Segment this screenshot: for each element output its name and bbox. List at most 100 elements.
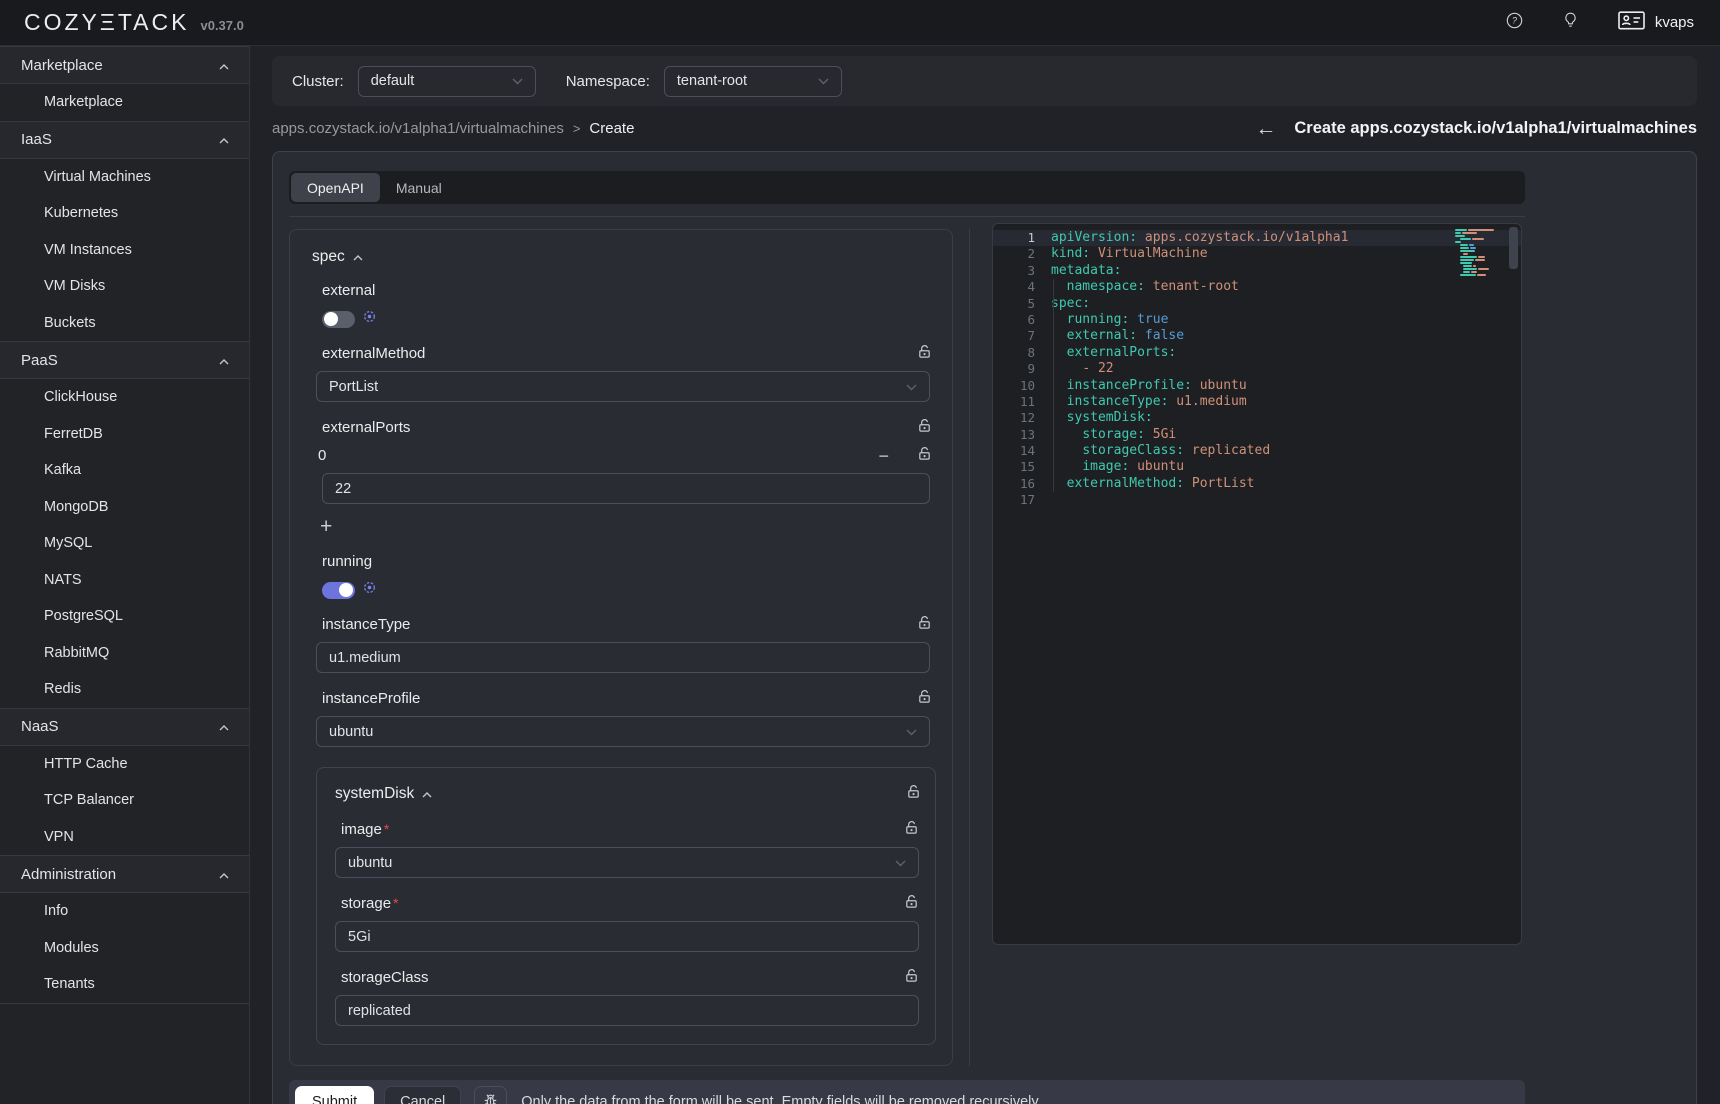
- tab-manual[interactable]: Manual: [380, 173, 458, 202]
- debug-button[interactable]: [474, 1086, 507, 1104]
- sidebar-item-vm-disks[interactable]: VM Disks: [0, 268, 249, 305]
- chevron-down-icon: [895, 855, 906, 871]
- sidebar-item-mongodb[interactable]: MongoDB: [0, 489, 249, 526]
- sidebar-item-tcp-balancer[interactable]: TCP Balancer: [0, 782, 249, 819]
- code-line-11: 11 instanceType: u1.medium: [993, 394, 1521, 410]
- cluster-select[interactable]: default: [358, 66, 536, 97]
- sidebar-item-kubernetes[interactable]: Kubernetes: [0, 195, 249, 232]
- page-title: Create apps.cozystack.io/v1alpha1/virtua…: [1294, 119, 1697, 138]
- sidebar-group-label: PaaS: [21, 352, 58, 369]
- editor-minimap[interactable]: [1455, 229, 1503, 280]
- image-select[interactable]: ubuntu: [335, 847, 919, 878]
- code-line-8: 8 externalPorts:: [993, 345, 1521, 361]
- sidebar-group-label: IaaS: [21, 131, 52, 148]
- namespace-select[interactable]: tenant-root: [664, 66, 842, 97]
- code-line-12: 12 systemDisk:: [993, 410, 1521, 426]
- sidebar-item-clickhouse[interactable]: ClickHouse: [0, 379, 249, 416]
- sidebar-item-vm-instances[interactable]: VM Instances: [0, 232, 249, 269]
- form-actions: Submit Cancel Only the data from the for…: [289, 1080, 1525, 1104]
- storage-input[interactable]: [335, 921, 919, 952]
- sidebar-item-buckets[interactable]: Buckets: [0, 305, 249, 342]
- sidebar-group-marketplace[interactable]: Marketplace: [0, 46, 249, 84]
- externalPorts-0-input[interactable]: [322, 473, 930, 504]
- code-line-16: 16 externalMethod: PortList: [993, 476, 1521, 492]
- code-line-17: 17: [993, 492, 1521, 508]
- lock-open-icon[interactable]: [917, 446, 932, 465]
- running-toggle[interactable]: [322, 582, 355, 599]
- instanceProfile-select[interactable]: ubuntu: [316, 716, 930, 747]
- sidebar-item-info[interactable]: Info: [0, 893, 249, 930]
- breadcrumb-resource[interactable]: apps.cozystack.io/v1alpha1/virtualmachin…: [272, 120, 564, 137]
- storageClass-input[interactable]: [335, 995, 919, 1026]
- sidebar-item-nats[interactable]: NATS: [0, 562, 249, 599]
- app-header: COZYΞTACK v0.37.0 ? kvaps: [0, 0, 1720, 46]
- sidebar-item-tenants[interactable]: Tenants: [0, 966, 249, 1003]
- tab-openapi[interactable]: OpenAPI: [291, 173, 380, 202]
- lock-open-icon[interactable]: [917, 418, 932, 437]
- user-menu[interactable]: kvaps: [1618, 11, 1694, 34]
- sidebar-group-iaas[interactable]: IaaS: [0, 121, 249, 159]
- sidebar-item-rabbitmq[interactable]: RabbitMQ: [0, 635, 249, 672]
- image-value: ubuntu: [348, 855, 392, 871]
- required-asterisk: *: [393, 895, 398, 911]
- field-label-instanceType: instanceType: [322, 615, 932, 634]
- breadcrumb-row: apps.cozystack.io/v1alpha1/virtualmachin…: [272, 106, 1697, 151]
- submit-button[interactable]: Submit: [295, 1086, 374, 1104]
- openapi-form: spec external externalMet: [289, 229, 953, 1066]
- code-line-9: 9 - 22: [993, 361, 1521, 377]
- remove-item-button[interactable]: −: [878, 447, 889, 465]
- external-toggle[interactable]: [322, 311, 355, 328]
- array-item-index: 0: [318, 447, 326, 464]
- chevron-down-icon: [818, 73, 829, 89]
- sidebar-group-paas[interactable]: PaaS: [0, 341, 249, 379]
- chevron-up-icon: [219, 718, 229, 735]
- sidebar: Marketplace Marketplace IaaS Virtual Machin…: [0, 46, 250, 1104]
- sidebar-item-kafka[interactable]: Kafka: [0, 452, 249, 489]
- lock-open-icon[interactable]: [904, 894, 919, 913]
- lock-open-icon[interactable]: [904, 968, 919, 987]
- breadcrumb: apps.cozystack.io/v1alpha1/virtualmachin…: [272, 120, 634, 137]
- chevron-up-icon: [422, 785, 432, 803]
- spec-section-header[interactable]: spec: [312, 248, 938, 266]
- help-icon[interactable]: ?: [1506, 12, 1523, 34]
- back-arrow-icon[interactable]: ←: [1255, 118, 1276, 139]
- lock-open-icon[interactable]: [904, 820, 919, 839]
- editor-mode-tabs: OpenAPIManual: [289, 171, 1525, 204]
- systemDisk-section-header[interactable]: systemDisk: [335, 784, 925, 804]
- chevron-down-icon: [906, 724, 917, 740]
- sidebar-item-virtual-machines[interactable]: Virtual Machines: [0, 159, 249, 196]
- editor-scrollbar[interactable]: [1509, 227, 1518, 269]
- theme-bulb-icon[interactable]: [1563, 12, 1578, 34]
- lock-open-icon[interactable]: [906, 784, 921, 804]
- sidebar-item-http-cache[interactable]: HTTP Cache: [0, 746, 249, 783]
- lock-open-icon[interactable]: [917, 615, 932, 634]
- code-line-14: 14 storageClass: replicated: [993, 443, 1521, 459]
- lock-open-icon[interactable]: [917, 344, 932, 363]
- cluster-value: default: [371, 73, 415, 89]
- sidebar-item-vpn[interactable]: VPN: [0, 819, 249, 856]
- externalMethod-select[interactable]: PortList: [316, 371, 930, 402]
- sidebar-item-redis[interactable]: Redis: [0, 671, 249, 708]
- lock-open-icon[interactable]: [917, 689, 932, 708]
- sidebar-group-label: NaaS: [21, 718, 59, 735]
- sidebar-item-mysql[interactable]: MySQL: [0, 525, 249, 562]
- yaml-editor[interactable]: 1apiVersion: apps.cozystack.io/v1alpha12…: [992, 223, 1522, 945]
- code-line-7: 7 external: false: [993, 328, 1521, 344]
- cancel-button[interactable]: Cancel: [384, 1086, 461, 1104]
- sidebar-group-naas[interactable]: NaaS: [0, 708, 249, 746]
- instanceType-input[interactable]: [316, 642, 930, 673]
- code-line-15: 15 image: ubuntu: [993, 459, 1521, 475]
- sidebar-item-modules[interactable]: Modules: [0, 930, 249, 967]
- add-item-button[interactable]: +: [320, 516, 340, 537]
- app-version: v0.37.0: [200, 18, 243, 33]
- sidebar-item-postgresql[interactable]: PostgreSQL: [0, 598, 249, 635]
- externalMethod-value: PortList: [329, 379, 378, 395]
- sidebar-item-ferretdb[interactable]: FerretDB: [0, 416, 249, 453]
- instanceProfile-value: ubuntu: [329, 724, 373, 740]
- sidebar-group-label: Marketplace: [21, 57, 103, 74]
- field-label-image: image*: [341, 820, 919, 839]
- sidebar-group-label: Administration: [21, 866, 116, 883]
- sidebar-group-administration[interactable]: Administration: [0, 855, 249, 893]
- sidebar-item-marketplace[interactable]: Marketplace: [0, 84, 249, 121]
- main-content: Cluster: default Namespace: tenant-root …: [250, 46, 1720, 1104]
